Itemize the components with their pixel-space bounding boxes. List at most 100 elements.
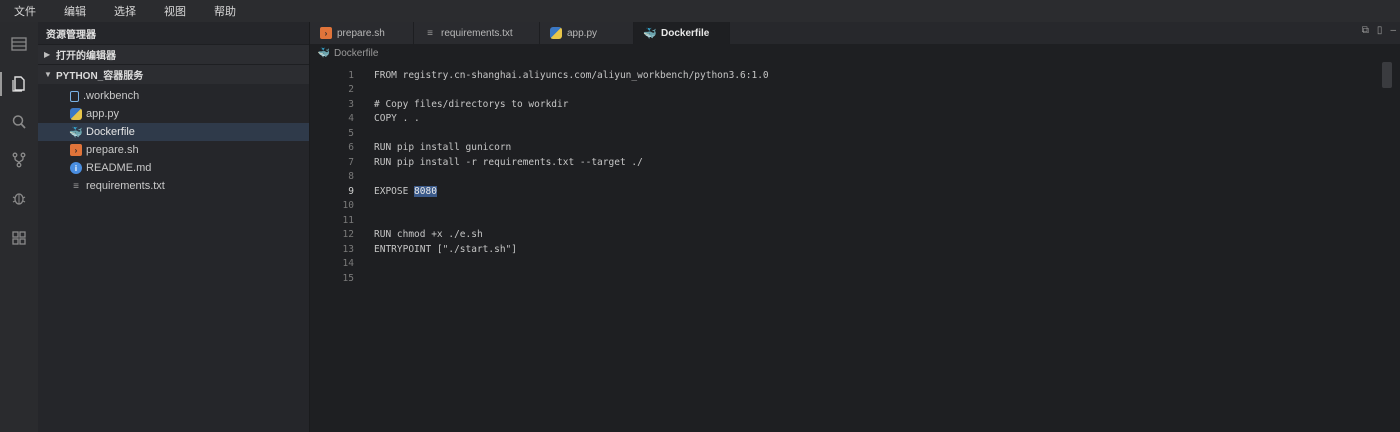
file-name: prepare.sh [86, 144, 139, 156]
source-control-icon[interactable] [0, 144, 38, 176]
info-icon: i [70, 162, 82, 174]
file-readme-md[interactable]: i README.md [38, 159, 309, 177]
sidebar-title: 资源管理器 [46, 29, 96, 41]
menu-edit[interactable]: 编辑 [60, 3, 90, 19]
line-number: 12 [342, 229, 354, 241]
code-line: 2 [310, 83, 1370, 98]
line-number: 5 [348, 127, 354, 139]
line-number: 3 [348, 98, 354, 110]
tab-app-py[interactable]: app.py [540, 22, 634, 44]
code-line: 5 [310, 126, 1370, 141]
debug-icon[interactable] [0, 182, 38, 214]
file-name: README.md [86, 162, 152, 174]
code-line: 7 RUN pip install -r requirements.txt --t… [310, 155, 1370, 170]
breadcrumb: 🐳 Dockerfile [310, 44, 1400, 62]
code-text-expose: EXPOSE [374, 185, 415, 197]
open-editors-label: 打开的编辑器 [56, 51, 116, 62]
line-number: 4 [348, 113, 354, 125]
editor-tab-bar: › prepare.sh ≡ requirements.txt app.py 🐳… [310, 22, 1400, 44]
line-number: 15 [342, 272, 354, 284]
code-line: 6 RUN pip install gunicorn [310, 141, 1370, 156]
shell-icon: › [70, 144, 82, 156]
tab-label: Dockerfile [661, 27, 710, 39]
code-line: 1 FROM registry.cn-shanghai.aliyuncs.com/… [310, 68, 1370, 83]
scrollbar-thumb[interactable] [1382, 62, 1392, 88]
code-text: RUN pip install -r requirements.txt --ta… [374, 156, 643, 168]
docker-icon: 🐳 [69, 126, 83, 139]
code-line: 4 COPY . . [310, 112, 1370, 127]
text-file-icon: ≡ [73, 180, 79, 192]
tab-label: prepare.sh [337, 27, 385, 39]
explorer-sidebar: 资源管理器 ▶ 打开的编辑器 ▼ PYTHON_容器服务 .workbench … [38, 22, 310, 432]
code-editor[interactable]: 1 FROM registry.cn-shanghai.aliyuncs.com/… [310, 62, 1370, 432]
code-text: FROM registry.cn-shanghai.aliyuncs.com/a… [374, 69, 769, 81]
tab-dockerfile[interactable]: 🐳 Dockerfile [634, 22, 730, 44]
python-icon [550, 27, 562, 39]
line-number: 9 [348, 185, 354, 197]
project-label: PYTHON_容器服务 [56, 71, 144, 82]
selected-text[interactable]: 8080 [414, 185, 437, 197]
menu-help[interactable]: 帮助 [210, 3, 240, 19]
file-icon [70, 90, 79, 102]
layout-icon[interactable]: ▯ [1377, 25, 1383, 36]
code-text: RUN chmod +x ./e.sh [374, 229, 483, 241]
line-number: 13 [342, 243, 354, 255]
file-name: .workbench [83, 90, 140, 102]
file-requirements-txt[interactable]: ≡ requirements.txt [38, 177, 309, 195]
tab-prepare-sh[interactable]: › prepare.sh [310, 22, 414, 44]
code-text: EXPOSE 8080 [374, 185, 437, 197]
code-text: # Copy files/directorys to workdir [374, 98, 569, 110]
file-name: Dockerfile [86, 126, 135, 138]
menu-select[interactable]: 选择 [110, 3, 140, 19]
breadcrumb-file[interactable]: Dockerfile [334, 48, 378, 59]
docker-icon: 🐳 [643, 27, 657, 40]
more-icon[interactable]: – [1390, 25, 1396, 36]
code-text: COPY . . [374, 113, 420, 125]
line-number: 7 [348, 156, 354, 168]
tab-label: requirements.txt [441, 27, 513, 39]
file-name: requirements.txt [86, 180, 165, 192]
editor-scrollbar[interactable] [1380, 62, 1394, 432]
docker-icon: 🐳 [317, 47, 331, 59]
panel-icon[interactable] [0, 28, 38, 60]
code-line: 11 [310, 213, 1370, 228]
shell-icon: › [320, 27, 332, 39]
code-line: 12 RUN chmod +x ./e.sh [310, 228, 1370, 243]
project-section[interactable]: ▼ PYTHON_容器服务 [38, 64, 309, 84]
line-number: 2 [348, 84, 354, 96]
code-line: 15 [310, 271, 1370, 286]
activity-bar [0, 22, 38, 432]
tab-actions: ⧉ ▯ – [1362, 25, 1396, 36]
search-icon[interactable] [0, 106, 38, 138]
text-file-icon: ≡ [427, 27, 433, 39]
extensions-icon[interactable] [0, 222, 38, 254]
code-line: 14 [310, 257, 1370, 272]
line-number: 1 [348, 69, 354, 81]
tab-label: app.py [567, 27, 598, 39]
file-app-py[interactable]: app.py [38, 105, 309, 123]
code-text: ENTRYPOINT ["./start.sh"] [374, 243, 517, 255]
code-line-current: 9 EXPOSE 8080 [310, 184, 1370, 199]
tab-requirements-txt[interactable]: ≡ requirements.txt [414, 22, 540, 44]
menu-view[interactable]: 视图 [160, 3, 190, 19]
file-dockerfile[interactable]: 🐳 Dockerfile [38, 123, 309, 141]
code-line: 10 [310, 199, 1370, 214]
code-line: 13 ENTRYPOINT ["./start.sh"] [310, 242, 1370, 257]
file-workbench[interactable]: .workbench [38, 87, 309, 105]
code-line: 8 [310, 170, 1370, 185]
files-icon[interactable] [0, 68, 38, 100]
file-name: app.py [86, 108, 120, 120]
chevron-right-icon: ▶ [44, 50, 51, 59]
line-number: 8 [348, 171, 354, 183]
line-number: 11 [342, 214, 354, 226]
menu-file[interactable]: 文件 [10, 3, 40, 19]
line-number: 14 [342, 258, 354, 270]
code-line: 3 # Copy files/directorys to workdir [310, 97, 1370, 112]
split-editor-icon[interactable]: ⧉ [1362, 25, 1369, 36]
python-icon [70, 108, 82, 120]
file-prepare-sh[interactable]: › prepare.sh [38, 141, 309, 159]
line-number: 10 [342, 200, 354, 212]
code-text: RUN pip install gunicorn [374, 142, 512, 154]
open-editors-section[interactable]: ▶ 打开的编辑器 [38, 44, 309, 64]
chevron-down-icon: ▼ [44, 70, 52, 79]
